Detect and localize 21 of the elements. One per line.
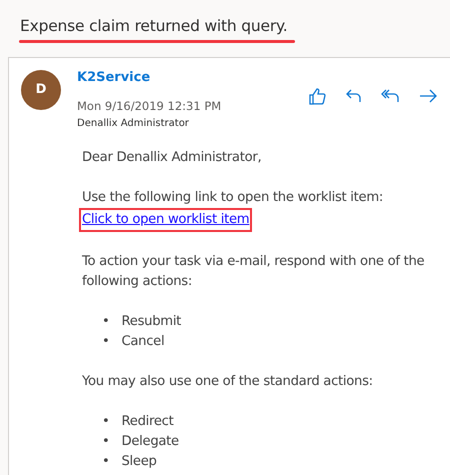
- body-paragraph: Dear Denallix Administrator,: [82, 148, 262, 167]
- list-item: Delegate: [121, 432, 179, 451]
- list-bullet: •: [102, 332, 110, 351]
- list-bullet: •: [102, 312, 110, 331]
- like-icon[interactable]: [307, 86, 327, 106]
- body-paragraph: Use the following link to open the worklist item:: [82, 188, 384, 207]
- body-paragraph: You may also use one of the standard actions:: [82, 372, 374, 391]
- avatar: D: [21, 70, 61, 110]
- list-item: Cancel: [121, 332, 164, 351]
- list-item: Resubmit: [121, 312, 182, 331]
- sender-name[interactable]: K2Service: [77, 68, 222, 88]
- list-item: Redirect: [121, 412, 174, 431]
- email-subject: Expense claim returned with query.: [19, 16, 288, 36]
- recipient: Denallix Administrator: [77, 116, 190, 131]
- list-item: Sleep: [121, 452, 157, 471]
- worklist-link[interactable]: Click to open worklist item: [82, 212, 250, 227]
- list-bullet: •: [102, 432, 110, 451]
- list-bullet: •: [102, 412, 110, 431]
- body-paragraph: To action your task via e-mail, respond with one of the following actions:: [82, 252, 426, 291]
- sent-date: Mon 9/16/2019 12:31 PM: [77, 98, 222, 114]
- list-bullet: •: [102, 452, 110, 471]
